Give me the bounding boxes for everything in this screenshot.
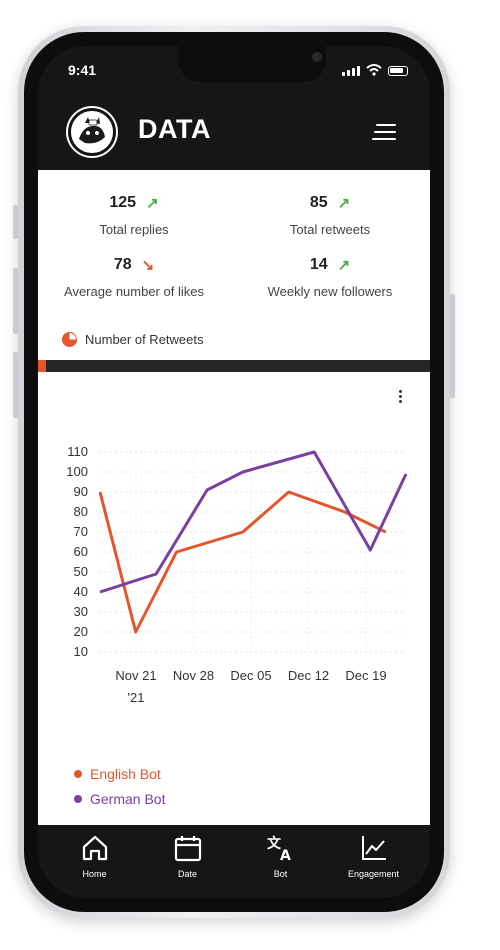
x-tick-sublabel: '21 — [128, 690, 145, 705]
status-time: 9:41 — [68, 62, 97, 78]
stat-value: 85 — [309, 194, 328, 211]
stat-label: Total retweets — [289, 222, 371, 237]
divider-accent — [38, 360, 46, 372]
svg-text:A: A — [280, 848, 291, 863]
volume-down-button — [13, 352, 18, 418]
y-tick-label: 10 — [74, 644, 88, 659]
y-tick-label: 30 — [74, 604, 88, 619]
nav-label: Bot — [273, 869, 288, 879]
translate-icon: 文 A — [267, 835, 291, 863]
app-header: DATA — [38, 106, 430, 170]
calendar-icon — [174, 836, 201, 862]
stat-label: Average number of likes — [64, 284, 204, 299]
y-tick-label: 80 — [74, 504, 88, 519]
battery-icon — [388, 66, 408, 76]
mute-switch — [13, 205, 18, 239]
chart-icon — [361, 836, 386, 860]
x-tick-label: Nov 28 — [173, 668, 214, 683]
legend-dot — [74, 795, 82, 803]
y-tick-label: 40 — [74, 584, 88, 599]
stat-label: Weekly new followers — [267, 284, 393, 299]
x-tick-label: Dec 12 — [288, 668, 329, 683]
y-tick-label: 90 — [74, 484, 88, 499]
camera — [312, 52, 322, 62]
y-tick-label: 50 — [74, 564, 88, 579]
nav-date[interactable]: Date — [148, 825, 228, 898]
y-tick-label: 60 — [74, 544, 88, 559]
y-tick-label: 70 — [74, 524, 88, 539]
trend-up-icon: ↗ — [337, 195, 351, 212]
phone-screen: 9:41 DATA 125 ↗ Total replies 85 ↗ Total… — [38, 46, 430, 898]
y-tick-label: 100 — [66, 464, 88, 479]
nav-label: Date — [177, 869, 197, 879]
series-line-english-bot — [98, 490, 387, 634]
page-title: DATA — [138, 114, 211, 144]
trend-up-icon: ↗ — [337, 257, 351, 274]
x-tick-label: Dec 05 — [230, 668, 271, 683]
notch — [178, 46, 326, 82]
pie-chart-icon — [62, 332, 77, 347]
stat-weekly-followers: 14 ↗ Weekly new followers — [260, 254, 400, 299]
stat-average-likes: 78 ↘ Average number of likes — [54, 254, 214, 299]
legend-label: German Bot — [90, 791, 166, 807]
stat-total-retweets: 85 ↗ Total retweets — [270, 192, 390, 237]
stat-total-replies: 125 ↗ Total replies — [74, 192, 194, 237]
legend-label: English Bot — [90, 766, 161, 782]
section-title-text: Number of Retweets — [85, 332, 204, 347]
legend-dot — [74, 770, 82, 778]
nav-label: Home — [82, 869, 107, 879]
nav-engagement[interactable]: Engagement — [334, 825, 414, 898]
bottom-nav: Home Date 文 A Bot Engagement — [38, 825, 430, 898]
trend-down-icon: ↘ — [141, 257, 155, 274]
logo — [68, 108, 116, 156]
power-button — [450, 294, 455, 398]
stat-value: 14 — [309, 256, 328, 273]
legend-english-bot[interactable]: English Bot — [74, 766, 161, 782]
stat-value: 78 — [113, 256, 132, 273]
stat-value: 125 — [109, 194, 137, 211]
retweets-line-chart: 10 20 30 40 50 60 70 80 90 100 110 Nov 21 Nov 28 Dec … — [66, 444, 408, 705]
x-tick-label: Dec 19 — [345, 668, 386, 683]
y-tick-label: 20 — [74, 624, 88, 639]
wifi-icon — [366, 64, 382, 76]
signal-icon — [342, 66, 360, 76]
trend-up-icon: ↗ — [146, 195, 159, 212]
dashboard-content: 125 ↗ Total replies 85 ↗ Total retweets 78… — [38, 170, 430, 825]
home-icon — [82, 835, 107, 861]
section-title: Number of Retweets — [62, 332, 204, 347]
x-tick-label: Nov 21 — [115, 668, 156, 683]
stat-label: Total replies — [99, 222, 169, 237]
section-divider — [38, 360, 430, 372]
y-tick-label: 110 — [67, 444, 88, 459]
menu-icon[interactable] — [372, 124, 396, 140]
more-options-icon[interactable] — [394, 390, 406, 408]
nav-label: Engagement — [347, 869, 400, 879]
legend-german-bot[interactable]: German Bot — [74, 791, 165, 807]
nav-home[interactable]: Home — [55, 825, 135, 898]
volume-up-button — [13, 268, 18, 334]
nav-bot[interactable]: 文 A Bot — [241, 825, 321, 898]
status-icons — [342, 64, 408, 76]
